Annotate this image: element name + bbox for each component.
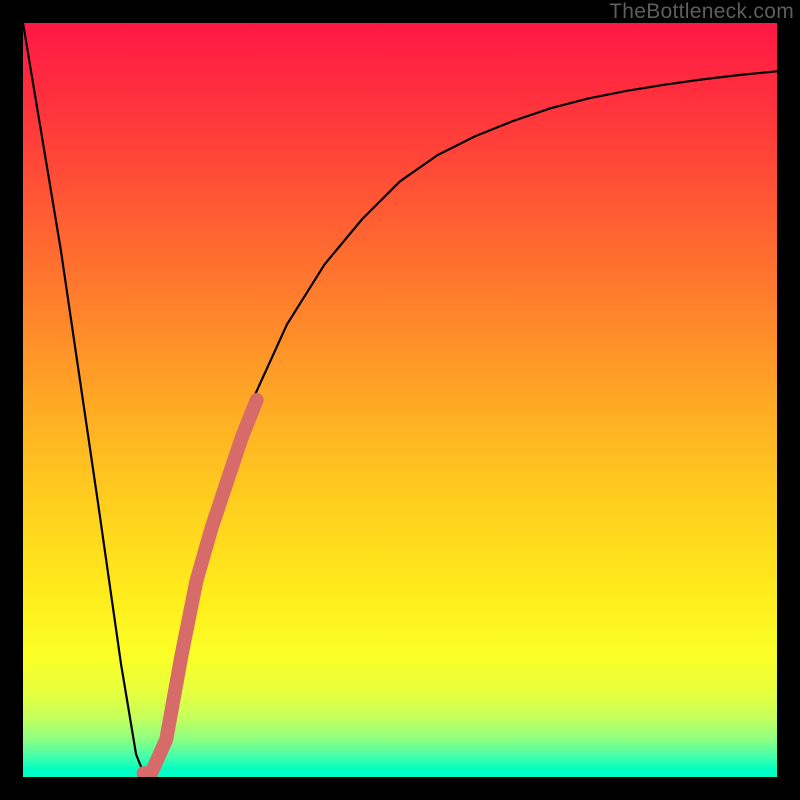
plot-wrap — [23, 23, 777, 777]
chart-frame: TheBottleneck.com — [0, 0, 800, 800]
plot-gradient-background — [23, 23, 777, 777]
watermark-text: TheBottleneck.com — [609, 0, 794, 24]
